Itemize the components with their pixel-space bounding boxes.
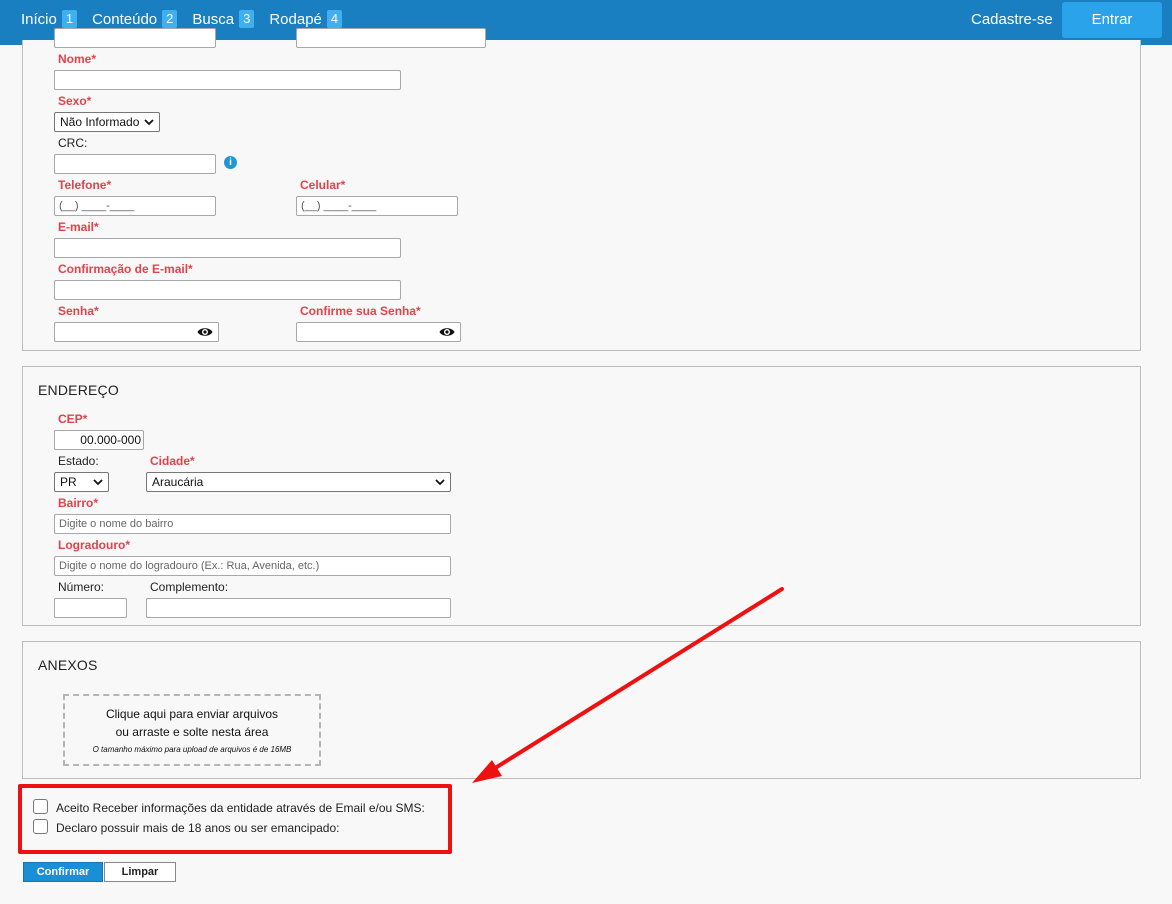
partial-input-field[interactable] [54,28,216,48]
nav-item-shortcut-badge: 4 [326,10,343,28]
address-panel: ENDEREÇO CEP* 00.000-000 Estado: PR Cida… [22,366,1141,626]
file-dropzone[interactable]: Clique aqui para enviar arquivos ou arra… [63,694,321,766]
email-field[interactable] [54,238,401,258]
state-select-value: PR [60,475,77,489]
info-icon[interactable]: i [224,156,237,169]
nav-item-busca[interactable]: Busca 3 [192,10,255,28]
district-field[interactable]: Digite o nome do bairro [54,514,451,534]
signup-link[interactable]: Cadastre-se [971,11,1053,28]
nav-item-rodape[interactable]: Rodapé 4 [269,10,343,28]
number-field[interactable] [54,598,127,618]
dropzone-text: Clique aqui para enviar arquivos ou arra… [65,705,319,741]
cellphone-field[interactable]: (__) ____-____ [296,196,458,216]
chevron-down-icon [93,479,103,486]
nav-item-label: Início [21,10,57,28]
password-field[interactable] [54,322,219,342]
complement-field[interactable] [146,598,451,618]
phone-field[interactable]: (__) ____-____ [54,196,216,216]
address-title: ENDEREÇO [38,382,119,398]
email-label: E-mail* [58,220,99,234]
attachments-title: ANEXOS [38,657,98,673]
skip-links: Início 1 Conteúdo 2 Busca 3 Rodapé 4 [21,10,357,28]
crc-field[interactable] [54,154,216,174]
partial-select-field[interactable] [296,28,486,48]
street-field[interactable]: Digite o nome do logradouro (Ex.: Rua, A… [54,556,451,576]
login-button[interactable]: Entrar [1062,2,1162,38]
password-confirmation-label: Confirme sua Senha* [300,304,421,318]
password-confirmation-field[interactable] [296,322,461,342]
personal-data-panel: Nome* Sexo* Não Informado CRC: i Telefon… [22,28,1141,351]
annotation-highlight-box [18,784,452,854]
complement-label: Complemento: [150,580,229,594]
dropzone-size-note: O tamanho máximo para upload de arquivos… [92,745,292,754]
attachments-panel: ANEXOS Clique aqui para enviar arquivos … [22,641,1141,779]
email-confirmation-label: Confirmação de E-mail* [58,262,193,276]
phone-label: Telefone* [58,178,112,192]
nav-item-shortcut-badge: 1 [61,10,78,28]
email-confirmation-field[interactable] [54,280,401,300]
cep-label: CEP* [58,412,88,426]
cep-field[interactable]: 00.000-000 [54,430,144,450]
cellphone-label: Celular* [300,178,346,192]
eye-icon[interactable] [197,326,213,338]
city-select-value: Araucária [152,475,204,489]
sex-select[interactable]: Não Informado [54,112,160,132]
nav-item-label: Busca [192,10,235,28]
password-label: Senha* [58,304,99,318]
sex-label: Sexo* [58,94,92,108]
confirm-button[interactable]: Confirmar [23,862,103,882]
chevron-down-icon [435,479,445,486]
nav-item-conteudo[interactable]: Conteúdo 2 [92,10,178,28]
dropzone-line-2: ou arraste e solte nesta área [115,725,269,739]
dropzone-line-1: Clique aqui para enviar arquivos [105,707,279,721]
sex-select-value: Não Informado [60,115,140,129]
chevron-down-icon [144,119,154,126]
city-select[interactable]: Araucária [146,472,451,492]
nav-item-shortcut-badge: 2 [162,10,178,28]
street-label: Logradouro* [58,538,130,552]
nav-item-inicio[interactable]: Início 1 [21,10,78,28]
number-label: Número: [58,580,105,594]
district-label: Bairro* [58,496,99,510]
eye-icon[interactable] [439,326,455,338]
city-label: Cidade* [150,454,195,468]
nav-item-label: Rodapé [269,10,322,28]
nav-item-label: Conteúdo [92,10,158,28]
clear-button[interactable]: Limpar [104,862,176,882]
nav-item-shortcut-badge: 3 [239,10,255,28]
crc-label: CRC: [58,136,88,150]
state-select[interactable]: PR [54,472,109,492]
name-label: Nome* [58,52,97,66]
name-field[interactable] [54,70,401,90]
state-label: Estado: [58,454,99,468]
